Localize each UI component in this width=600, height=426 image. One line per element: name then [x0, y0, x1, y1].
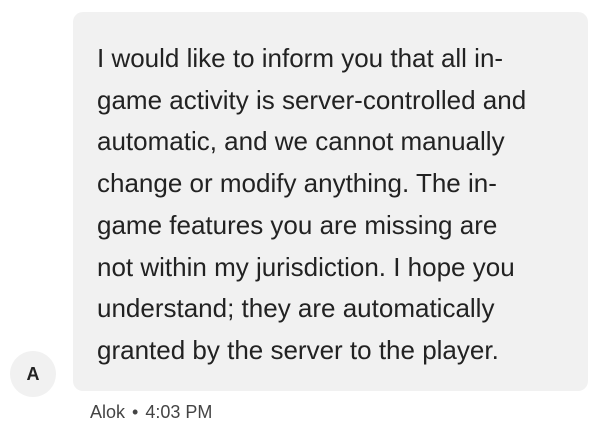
- sender-name: Alok: [90, 402, 126, 422]
- message-text: I would like to inform you that all in- …: [97, 43, 527, 365]
- message-bubble[interactable]: I would like to inform you that all in- …: [73, 12, 588, 391]
- message-time: 4:03 PM: [145, 402, 213, 422]
- meta-separator: •: [132, 402, 139, 422]
- chat-thread: I would like to inform you that all in- …: [0, 0, 600, 426]
- avatar-initial: A: [26, 363, 40, 384]
- message-meta: Alok • 4:03 PM: [90, 402, 212, 423]
- avatar[interactable]: A: [10, 351, 56, 397]
